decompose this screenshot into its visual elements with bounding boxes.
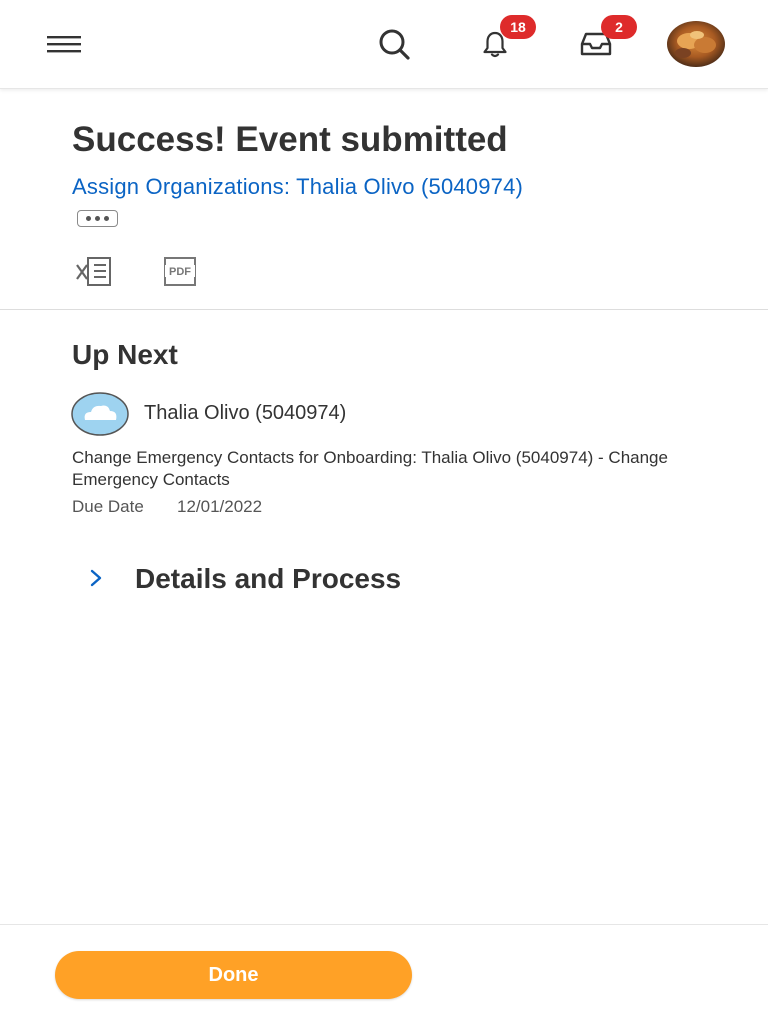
cloud-avatar-icon [71, 392, 129, 436]
more-ellipsis-icon[interactable] [77, 210, 118, 227]
inbox-count-badge: 2 [601, 15, 637, 39]
ellipsis-dot [104, 216, 109, 221]
chevron-right-icon [90, 569, 102, 587]
up-next-heading: Up Next [72, 339, 178, 370]
search-icon[interactable] [370, 22, 418, 66]
ellipsis-dot [86, 216, 91, 221]
ellipsis-dot [95, 216, 100, 221]
event-link[interactable]: Assign Organizations: Thalia Olivo (5040… [72, 174, 523, 200]
due-date-value: 12/01/2022 [177, 497, 263, 516]
page-title: Success! Event submitted [72, 120, 508, 159]
next-person-name[interactable]: Thalia Olivo (5040974) [144, 402, 346, 425]
notification-count-badge: 18 [500, 15, 536, 39]
next-task-description[interactable]: Change Emergency Contacts for Onboarding… [72, 447, 672, 491]
footer-divider [0, 924, 768, 925]
svg-text:PDF: PDF [169, 266, 191, 278]
pdf-export-icon[interactable]: PDF [160, 255, 200, 289]
details-and-process-label: Details and Process [135, 563, 402, 594]
top-bar: 18 2 [0, 0, 768, 89]
details-and-process-toggle[interactable]: Details and Process [80, 560, 500, 602]
hamburger-menu-icon[interactable] [40, 22, 88, 66]
done-button[interactable]: Done [55, 951, 412, 999]
excel-export-icon[interactable] [74, 255, 114, 289]
due-date-label: Due Date [72, 497, 144, 516]
user-avatar[interactable] [667, 21, 725, 67]
section-divider [0, 309, 768, 310]
